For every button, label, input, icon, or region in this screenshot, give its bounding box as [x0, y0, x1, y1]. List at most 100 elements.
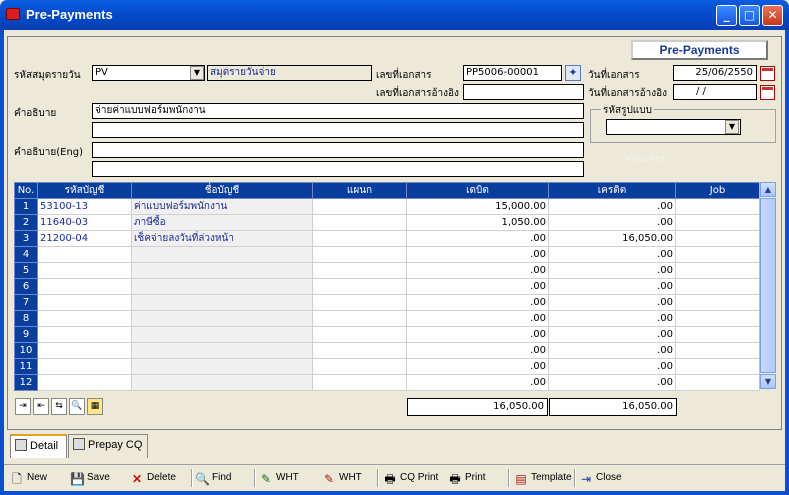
account-name-cell[interactable]	[131, 326, 313, 343]
save-button[interactable]: 💾 Save	[70, 469, 110, 487]
append-row-icon[interactable]: ⇤	[33, 398, 49, 415]
department-cell[interactable]	[312, 358, 407, 375]
debit-cell[interactable]: .00	[406, 294, 549, 311]
department-cell[interactable]	[312, 294, 407, 311]
col-header-account-name[interactable]: ชื่อบัญชี	[131, 182, 313, 199]
credit-cell[interactable]: .00	[548, 326, 676, 343]
wht-button-1[interactable]: ✎ WHT	[259, 469, 299, 487]
table-row[interactable]: 4 .00.00	[14, 246, 760, 263]
lookup-icon[interactable]: 🔍	[69, 398, 85, 415]
chevron-down-icon[interactable]: ▼	[190, 66, 204, 80]
description-eng-line1-input[interactable]	[92, 142, 584, 158]
account-name-cell[interactable]	[131, 262, 313, 279]
credit-cell[interactable]: .00	[548, 262, 676, 279]
table-row[interactable]: 1 53100-13 ค่าแบบฟอร์มพนักงาน 15,000.00.00	[14, 198, 760, 215]
job-cell[interactable]	[675, 294, 760, 311]
job-cell[interactable]	[675, 230, 760, 247]
table-row[interactable]: 2 11640-03 ภาษีซื้อ 1,050.00.00	[14, 214, 760, 231]
ref-date-field[interactable]: / /	[673, 84, 757, 100]
account-name-cell[interactable]	[131, 294, 313, 311]
account-code-cell[interactable]	[37, 358, 132, 375]
run-number-icon[interactable]: ✦	[565, 65, 581, 81]
account-code-cell[interactable]	[37, 374, 132, 391]
delete-row-icon[interactable]: ⇆	[51, 398, 67, 415]
ref-doc-no-field[interactable]	[463, 84, 584, 100]
table-row[interactable]: 10 .00.00	[14, 342, 760, 359]
debit-cell[interactable]: 15,000.00	[406, 198, 549, 215]
department-cell[interactable]	[312, 198, 407, 215]
account-code-cell[interactable]	[37, 246, 132, 263]
tab-detail[interactable]: Detail	[10, 434, 67, 458]
account-code-cell[interactable]: 11640-03	[37, 214, 132, 231]
job-cell[interactable]	[675, 214, 760, 231]
debit-cell[interactable]: .00	[406, 358, 549, 375]
account-name-cell[interactable]	[131, 358, 313, 375]
job-cell[interactable]	[675, 278, 760, 295]
job-cell[interactable]	[675, 326, 760, 343]
col-header-job[interactable]: Job	[675, 182, 760, 199]
calendar-icon[interactable]	[760, 66, 775, 81]
account-name-cell[interactable]	[131, 374, 313, 391]
debit-cell[interactable]: .00	[406, 342, 549, 359]
table-row[interactable]: 6 .00.00	[14, 278, 760, 295]
department-cell[interactable]	[312, 214, 407, 231]
credit-cell[interactable]: .00	[548, 246, 676, 263]
account-name-cell[interactable]	[131, 310, 313, 327]
scroll-down-icon[interactable]: ▼	[760, 374, 776, 389]
job-cell[interactable]	[675, 358, 760, 375]
credit-cell[interactable]: .00	[548, 214, 676, 231]
account-name-cell[interactable]	[131, 246, 313, 263]
doc-no-field[interactable]: PP5006-00001	[463, 65, 562, 81]
department-cell[interactable]	[312, 262, 407, 279]
description-line1-input[interactable]: จ่ายค่าแบบฟอร์มพนักงาน	[92, 103, 584, 119]
credit-cell[interactable]: .00	[548, 294, 676, 311]
account-name-cell[interactable]: ค่าแบบฟอร์มพนักงาน	[131, 198, 313, 215]
col-header-department[interactable]: แผนก	[312, 182, 407, 199]
job-cell[interactable]	[675, 342, 760, 359]
credit-cell[interactable]: .00	[548, 358, 676, 375]
department-cell[interactable]	[312, 374, 407, 391]
account-code-cell[interactable]: 21200-04	[37, 230, 132, 247]
account-code-cell[interactable]	[37, 310, 132, 327]
account-code-cell[interactable]	[37, 326, 132, 343]
debit-cell[interactable]: .00	[406, 374, 549, 391]
minimize-button[interactable]: _	[716, 5, 737, 26]
wht-button-2[interactable]: ✎ WHT	[322, 469, 362, 487]
tab-prepay-cq[interactable]: Prepay CQ	[68, 434, 148, 458]
delete-button[interactable]: ✕ Delete	[130, 469, 176, 487]
table-row[interactable]: 12 .00.00	[14, 374, 760, 391]
job-cell[interactable]	[675, 262, 760, 279]
template-button[interactable]: ▤ Template	[514, 469, 571, 487]
debit-cell[interactable]: .00	[406, 230, 549, 247]
col-header-debit[interactable]: เดบิต	[406, 182, 549, 199]
scroll-up-icon[interactable]: ▲	[760, 182, 776, 197]
table-row[interactable]: 3 21200-04 เช็คจ่ายลงวันที่ล่วงหน้า .00 16,0…	[14, 230, 760, 247]
job-cell[interactable]	[675, 374, 760, 391]
account-name-cell[interactable]: ภาษีซื้อ	[131, 214, 313, 231]
department-cell[interactable]	[312, 326, 407, 343]
cq-print-button[interactable]: 🖶 CQ Print	[383, 469, 438, 487]
debit-cell[interactable]: .00	[406, 278, 549, 295]
table-row[interactable]: 7 .00.00	[14, 294, 760, 311]
new-button[interactable]: 🗋 New	[10, 469, 47, 487]
chevron-down-icon[interactable]: ▼	[725, 120, 739, 134]
department-cell[interactable]	[312, 310, 407, 327]
job-cell[interactable]	[675, 246, 760, 263]
calendar-icon[interactable]	[760, 85, 775, 100]
format-select[interactable]	[606, 119, 741, 135]
debit-cell[interactable]: .00	[406, 326, 549, 343]
table-row[interactable]: 5 .00.00	[14, 262, 760, 279]
description-eng-line2-input[interactable]	[92, 161, 584, 177]
maximize-button[interactable]: □	[739, 5, 760, 26]
table-row[interactable]: 11 .00.00	[14, 358, 760, 375]
scroll-thumb[interactable]	[760, 198, 776, 373]
debit-cell[interactable]: .00	[406, 246, 549, 263]
close-button[interactable]: ⇥ Close	[579, 469, 622, 487]
journal-code-select[interactable]: PV	[92, 65, 205, 81]
debit-cell[interactable]: 1,050.00	[406, 214, 549, 231]
account-name-cell[interactable]: เช็คจ่ายลงวันที่ล่วงหน้า	[131, 230, 313, 247]
close-window-button[interactable]: ✕	[762, 5, 783, 26]
col-header-credit[interactable]: เครดิต	[548, 182, 676, 199]
col-header-no[interactable]: No.	[14, 182, 38, 199]
col-header-account-code[interactable]: รหัสบัญชี	[37, 182, 132, 199]
